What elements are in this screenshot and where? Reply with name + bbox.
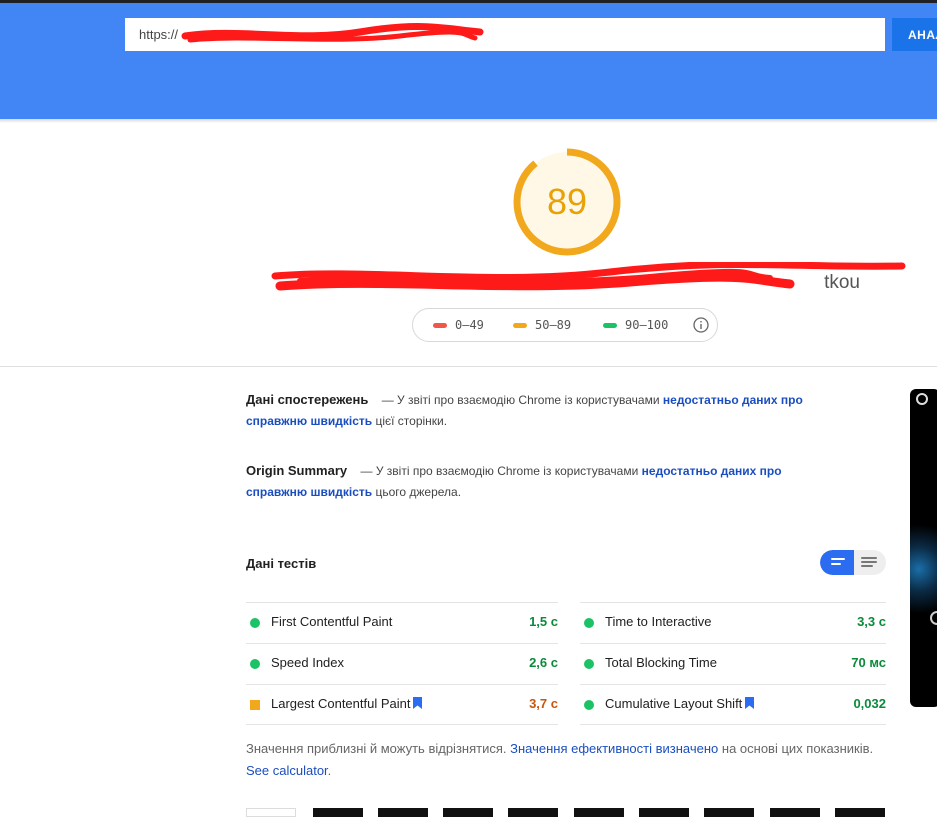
lab-data-title: Дані тестів: [246, 556, 317, 571]
metric-time-to-interactive: Time to Interactive 3,3 с: [580, 602, 886, 643]
legend-average-marker: [513, 323, 527, 328]
filmstrip-thumbnail: [508, 808, 558, 817]
metric-value: 3,3 с: [857, 614, 886, 629]
origin-summary-title: Origin Summary: [246, 463, 348, 478]
note-text-3: .: [327, 763, 332, 778]
metric-total-blocking-time: Total Blocking Time 70 мс: [580, 643, 886, 684]
legend-good-label: 90–100: [625, 318, 669, 332]
metric-speed-index: Speed Index 2,6 с: [246, 643, 558, 684]
origin-summary-section: Origin Summary — У звіті про взаємодію C…: [246, 460, 846, 503]
metric-name: Total Blocking Time: [605, 655, 717, 670]
metric-name-wrapper: Largest Contentful Paint: [271, 696, 423, 711]
legend-item-good: 90–100: [603, 318, 668, 332]
legend-poor-marker: [433, 323, 447, 328]
legend-good-marker: [603, 323, 617, 328]
filmstrip-thumbnail: [574, 808, 624, 817]
legend-item-poor: 0–49: [433, 318, 484, 332]
info-icon[interactable]: [693, 317, 709, 333]
performance-score-value: 89: [546, 181, 588, 222]
expanded-view-icon-line: [861, 557, 877, 559]
field-data-text: — У звіті про взаємодію Chrome із корист…: [381, 393, 660, 407]
metric-first-contentful-paint: First Contentful Paint 1,5 с: [246, 602, 558, 643]
status-good-dot: [584, 700, 594, 710]
metric-value: 0,032: [853, 696, 886, 711]
bookmark-icon[interactable]: [413, 697, 423, 709]
ring-icon: [930, 611, 937, 625]
metric-name: First Contentful Paint: [271, 614, 393, 629]
legend-poor-label: 0–49: [455, 318, 484, 332]
expanded-view-icon-line: [861, 565, 873, 567]
section-divider: [0, 366, 937, 367]
view-toggle[interactable]: [820, 550, 886, 575]
metrics-note: Значення приблизні й можуть відрізнятися…: [246, 738, 886, 782]
metric-name-wrapper: Cumulative Layout Shift: [605, 696, 755, 711]
url-input[interactable]: [125, 18, 885, 51]
site-logo-icon: [916, 393, 928, 405]
legend-average-label: 50–89: [535, 318, 572, 332]
compact-view-icon-line: [831, 563, 841, 565]
filmstrip-thumbnail: [313, 808, 363, 817]
filmstrip: [246, 808, 886, 817]
note-text-2: на основі цих показників.: [721, 741, 874, 756]
metric-name: Cumulative Layout Shift: [605, 696, 743, 711]
status-good-dot: [250, 618, 260, 628]
status-good-dot: [584, 659, 594, 669]
expanded-view-button[interactable]: [854, 550, 886, 575]
filmstrip-thumbnail: [835, 808, 885, 817]
legend-item-average: 50–89: [513, 318, 571, 332]
compact-view-button[interactable]: [820, 550, 854, 575]
filmstrip-thumbnail: [639, 808, 689, 817]
filmstrip-thumbnail: [770, 808, 820, 817]
analyzed-site-url: tkou: [824, 272, 860, 293]
metric-cumulative-layout-shift: Cumulative Layout Shift 0,032: [580, 684, 886, 725]
status-good-dot: [584, 618, 594, 628]
metrics-column-left: First Contentful Paint 1,5 с Speed Index…: [246, 602, 558, 725]
metric-value: 70 мс: [851, 655, 886, 670]
header-shadow: [0, 119, 937, 123]
final-screenshot-preview: [910, 389, 937, 707]
metric-name: Speed Index: [271, 655, 345, 670]
filmstrip-thumbnail: [246, 808, 296, 817]
filmstrip-thumbnail: [443, 808, 493, 817]
field-data-text-after: цієї сторінки.: [375, 414, 448, 428]
analyze-button[interactable]: АНАЛ: [892, 18, 937, 51]
metric-largest-contentful-paint: Largest Contentful Paint 3,7 с: [246, 684, 558, 725]
filmstrip-thumbnail: [378, 808, 428, 817]
metric-name: Largest Contentful Paint: [271, 696, 411, 711]
note-text: Значення приблизні й можуть відрізнятися…: [246, 741, 507, 756]
status-good-dot: [250, 659, 260, 669]
status-average-square: [250, 700, 260, 710]
performance-score-calculation-link[interactable]: Значення ефективності визначено: [510, 741, 718, 756]
origin-summary-text-after: цього джерела.: [375, 485, 462, 499]
expanded-view-icon-line: [861, 561, 877, 563]
metrics-column-right: Time to Interactive 3,3 с Total Blocking…: [580, 602, 886, 725]
filmstrip-thumbnail: [704, 808, 754, 817]
compact-view-icon-line: [831, 558, 845, 560]
see-calculator-link[interactable]: See calculator: [246, 763, 328, 778]
metric-name: Time to Interactive: [605, 614, 712, 629]
field-data-title: Дані спостережень: [246, 392, 369, 407]
bookmark-icon[interactable]: [745, 697, 755, 709]
metric-value: 2,6 с: [529, 655, 558, 670]
score-legend: 0–49 50–89 90–100: [412, 308, 718, 342]
metric-value: 1,5 с: [529, 614, 558, 629]
metric-value: 3,7 с: [529, 696, 558, 711]
field-data-section: Дані спостережень — У звіті про взаємоді…: [246, 389, 846, 432]
origin-summary-text: — У звіті про взаємодію Chrome із корист…: [360, 464, 639, 478]
